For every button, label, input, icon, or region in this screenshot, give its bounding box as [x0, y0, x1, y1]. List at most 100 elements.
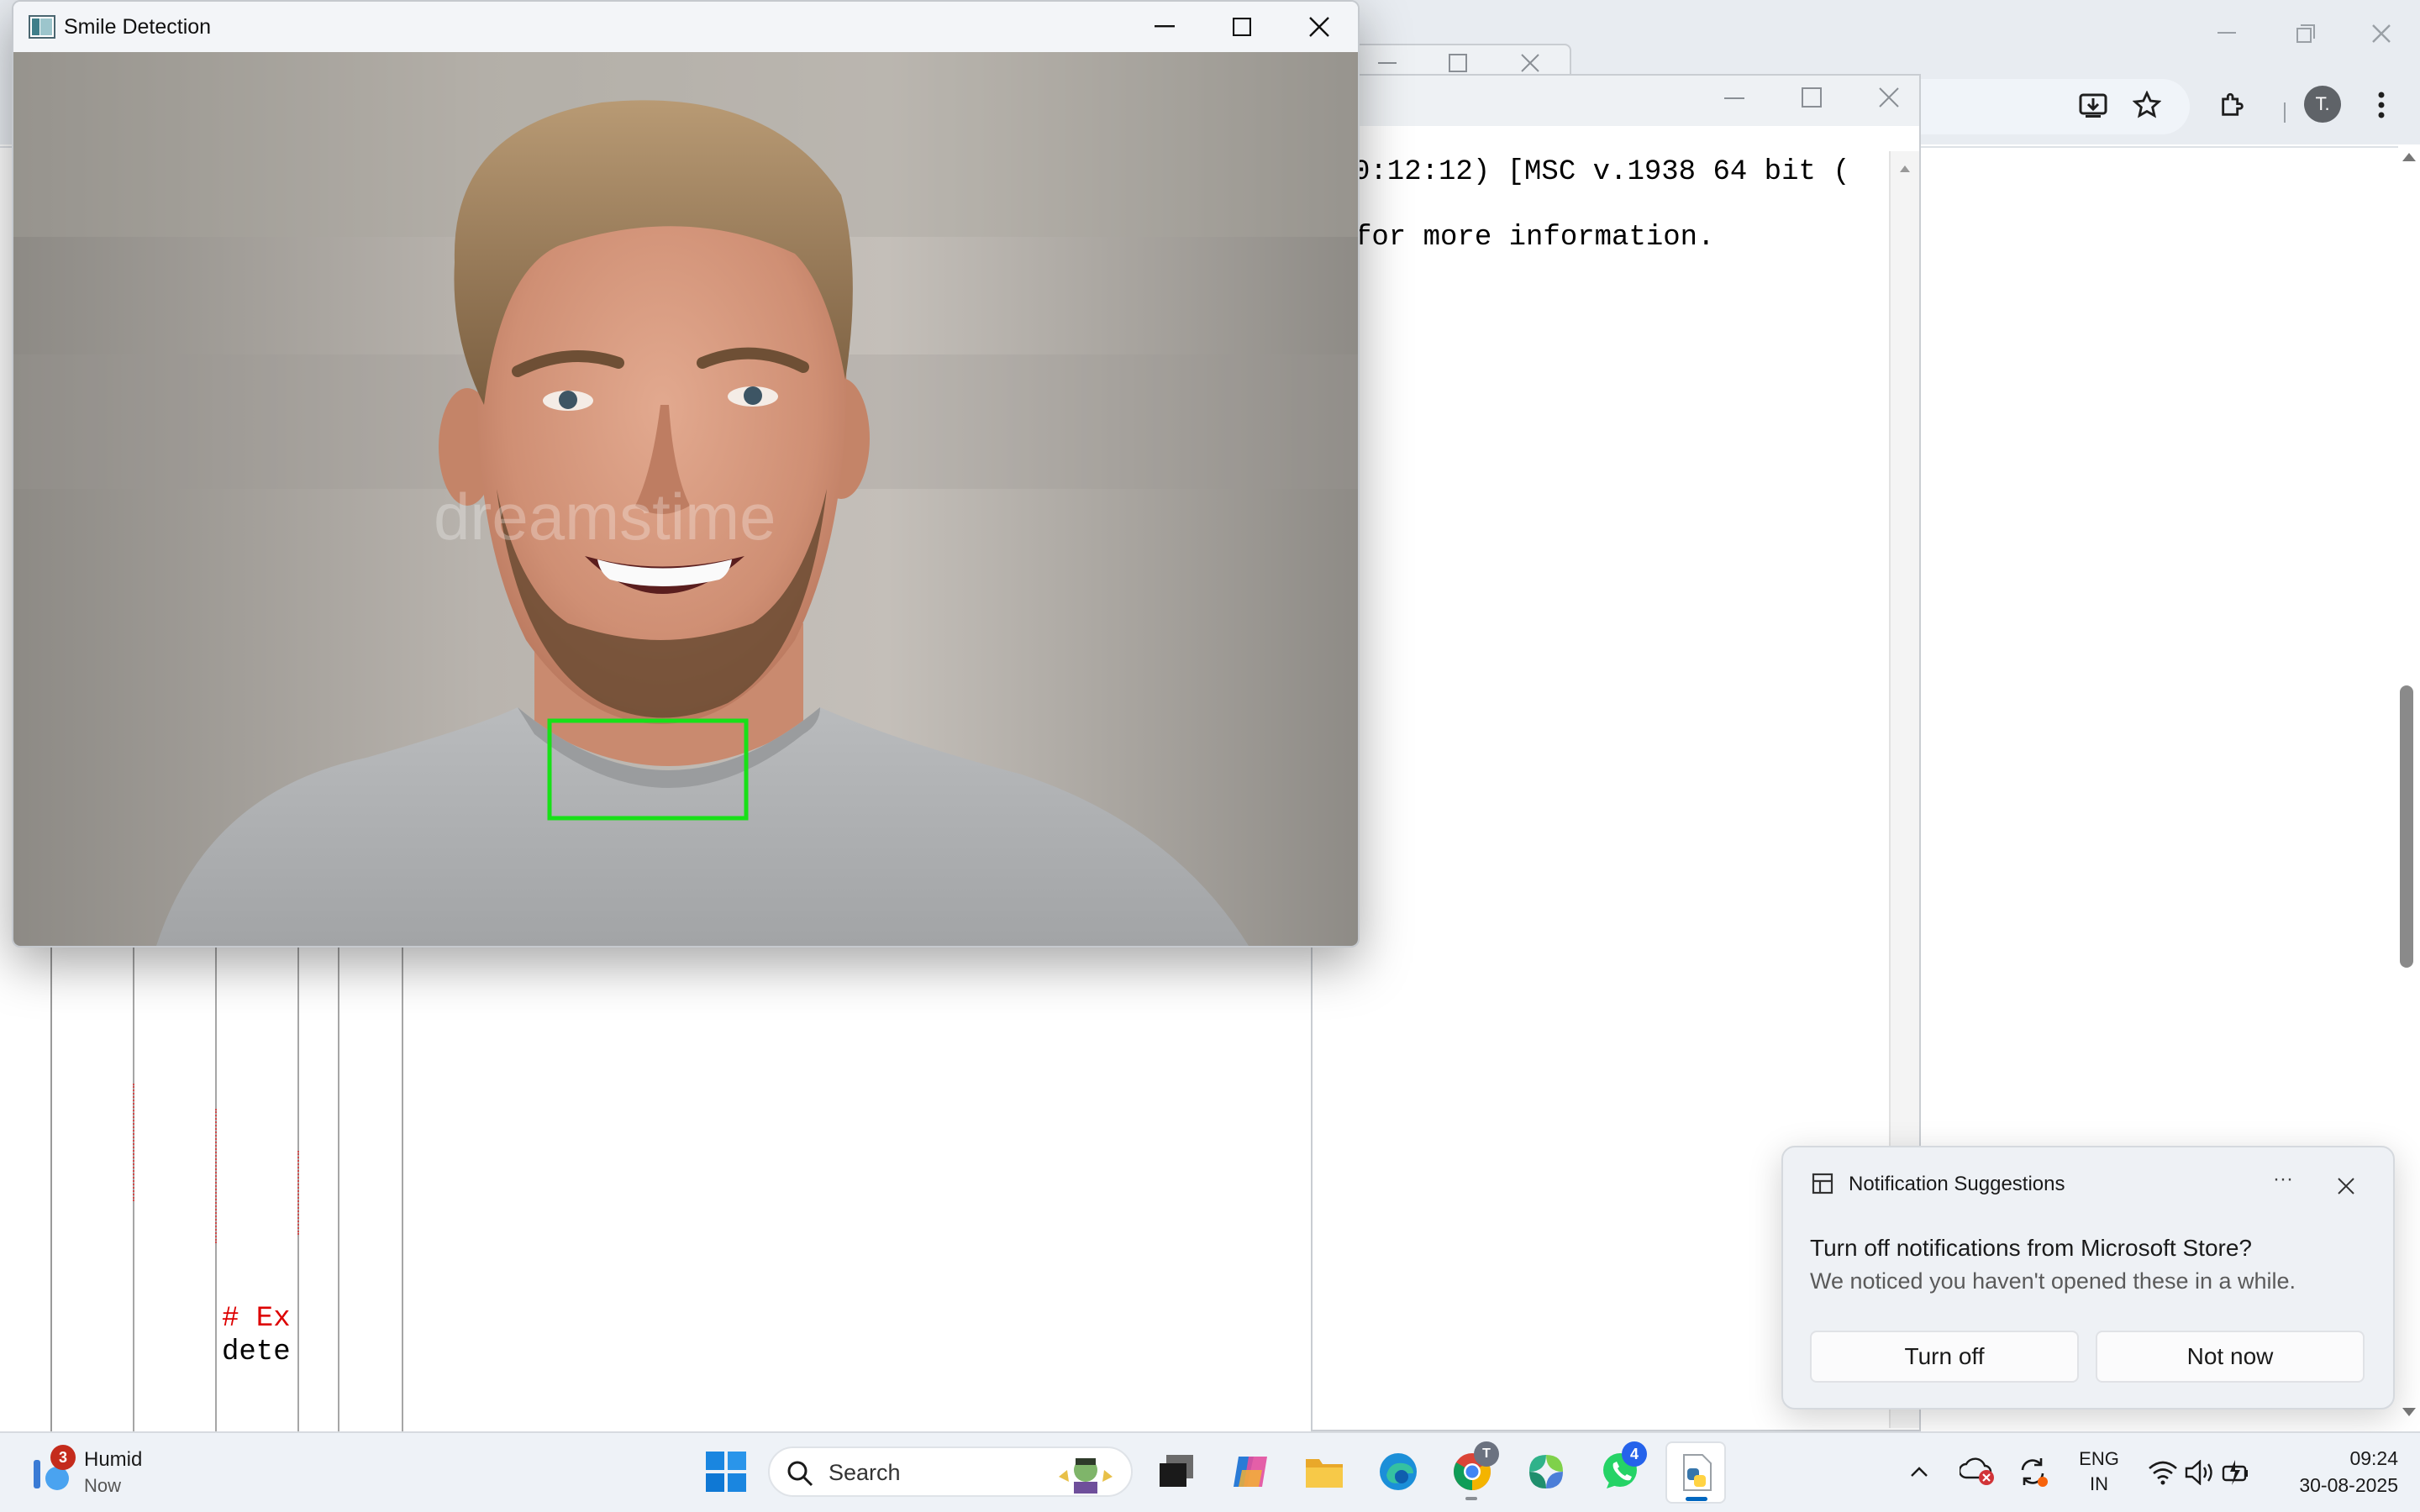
maximize-icon[interactable]	[1802, 87, 1822, 108]
windows-logo-icon	[706, 1452, 746, 1492]
smile-maximize-button[interactable]	[1203, 2, 1281, 52]
star-icon	[2133, 91, 2161, 118]
turn-off-button[interactable]: Turn off	[1810, 1331, 2079, 1383]
minimize-icon	[1155, 25, 1175, 28]
python-shell-titlebar[interactable]	[1313, 76, 1919, 126]
restore-icon	[2296, 24, 2315, 43]
leaf-app-icon	[1529, 1455, 1563, 1488]
clock-button[interactable]: 09:24 30-08-2025	[2272, 1445, 2398, 1504]
chrome-minimize-button[interactable]	[2202, 8, 2252, 59]
install-icon	[2079, 93, 2107, 118]
minimize-icon	[2217, 32, 2236, 34]
smile-minimize-button[interactable]	[1126, 2, 1203, 52]
sync-icon	[2021, 1458, 2048, 1487]
task-view-button[interactable]	[1153, 1448, 1200, 1495]
kebab-menu-icon	[2378, 92, 2385, 118]
close-icon	[2338, 1178, 2354, 1194]
extensions-button[interactable]	[2212, 84, 2254, 126]
notification-settings-icon	[1812, 1173, 1833, 1194]
smile-close-button[interactable]	[1281, 2, 1358, 52]
task-view-icon	[1160, 1455, 1193, 1487]
search-highlight-icon	[1059, 1458, 1113, 1494]
close-icon	[1309, 17, 1329, 37]
scroll-up-arrow-icon[interactable]	[2402, 151, 2417, 163]
chrome-close-button[interactable]	[2356, 8, 2407, 59]
edge-button[interactable]	[1375, 1448, 1422, 1495]
install-app-button[interactable]	[2072, 84, 2114, 126]
region-code: IN	[2090, 1473, 2108, 1494]
notification-toast[interactable]: Notification Suggestions ··· Turn off no…	[1781, 1146, 2395, 1410]
python-file-icon	[1683, 1454, 1712, 1491]
taskbar	[0, 1431, 2420, 1512]
chrome-scrollbar-thumb[interactable]	[2400, 685, 2413, 968]
close-icon[interactable]	[1521, 54, 1539, 72]
copilot-icon	[1234, 1457, 1267, 1487]
close-icon[interactable]	[1879, 87, 1899, 108]
chrome-restore-button[interactable]	[2281, 8, 2331, 59]
onedrive-button[interactable]	[1958, 1448, 1996, 1495]
notification-title: Turn off notifications from Microsoft St…	[1810, 1235, 2252, 1261]
editor-border	[402, 948, 403, 1431]
file-explorer-button[interactable]	[1301, 1448, 1348, 1495]
smiling-man-photo: dreamstime	[13, 52, 1358, 946]
smile-detection-window[interactable]: Smile Detection dreamstime	[12, 0, 1360, 948]
quick-settings-button[interactable]	[2144, 1453, 2254, 1494]
clock-time: 09:24	[2349, 1447, 2398, 1469]
not-now-button[interactable]: Not now	[2096, 1331, 2365, 1383]
weather-label: Humid	[84, 1448, 143, 1471]
running-indicator	[1465, 1497, 1477, 1500]
weather-badge: 3	[50, 1445, 76, 1470]
weather-widget[interactable]: 3 Humid Now	[25, 1445, 160, 1504]
sync-button[interactable]	[2013, 1448, 2052, 1495]
battery-charging-icon	[2222, 1460, 2248, 1485]
cloud-error-icon	[1960, 1457, 1994, 1485]
puzzle-icon	[2222, 92, 2244, 116]
window-title: Smile Detection	[64, 15, 212, 39]
editor-code-line: dete	[222, 1336, 291, 1368]
search-icon	[787, 1461, 813, 1487]
edge-icon	[1380, 1453, 1417, 1490]
maximize-icon	[1233, 18, 1251, 36]
editor-code-area[interactable]: # Ex dete	[217, 1297, 296, 1373]
bookmark-star-button[interactable]	[2126, 84, 2168, 126]
start-button[interactable]	[702, 1448, 750, 1495]
chevron-up-icon	[1911, 1467, 1928, 1477]
app-image-icon	[29, 15, 55, 39]
minimize-icon[interactable]	[1378, 62, 1397, 66]
active-indicator	[1686, 1497, 1707, 1501]
app-button[interactable]	[1523, 1448, 1570, 1495]
taskbar-search-box[interactable]: Search	[768, 1446, 1133, 1497]
scroll-down-arrow-icon[interactable]	[2402, 1406, 2417, 1418]
language-indicator[interactable]: ENG IN	[2072, 1446, 2126, 1502]
notification-body: We noticed you haven't opened these in a…	[1810, 1268, 2296, 1294]
search-placeholder: Search	[829, 1460, 901, 1485]
language-code: ENG	[2079, 1448, 2119, 1469]
clock-date: 30-08-2025	[2299, 1474, 2398, 1496]
toolbar-divider	[2284, 102, 2286, 123]
maximize-icon[interactable]	[1449, 54, 1467, 72]
editor-marker	[133, 1084, 134, 1201]
minimize-icon[interactable]	[1724, 97, 1744, 101]
notification-header: Notification Suggestions	[1849, 1173, 2065, 1195]
python-taskbar-button[interactable]	[1665, 1441, 1726, 1504]
chrome-menu-button[interactable]	[2365, 84, 2398, 126]
editor-marker	[215, 1109, 217, 1243]
profile-avatar[interactable]: T.	[2304, 86, 2341, 123]
shell-output-line: 0:12:12) [MSC v.1938 64 bit (	[1353, 156, 1850, 188]
close-icon	[2372, 24, 2391, 43]
notification-more-button[interactable]: ···	[2262, 1168, 2304, 1198]
chrome-profile-badge: T	[1474, 1441, 1499, 1467]
editor-border	[338, 948, 339, 1431]
weather-time: Now	[84, 1475, 122, 1496]
shell-output-line: for more information.	[1355, 222, 1715, 254]
smile-window-titlebar[interactable]: Smile Detection	[13, 2, 1358, 52]
folder-icon	[1306, 1459, 1343, 1488]
copilot-button[interactable]	[1227, 1448, 1274, 1495]
whatsapp-badge: 4	[1622, 1441, 1647, 1467]
editor-comment-line: # Ex	[222, 1303, 291, 1335]
camera-frame-image: dreamstime	[13, 52, 1358, 946]
notification-close-button[interactable]	[2331, 1171, 2361, 1201]
wifi-icon	[2149, 1461, 2177, 1485]
scroll-up-arrow-icon[interactable]	[1899, 165, 1911, 173]
show-hidden-icons-button[interactable]	[1904, 1448, 1934, 1495]
